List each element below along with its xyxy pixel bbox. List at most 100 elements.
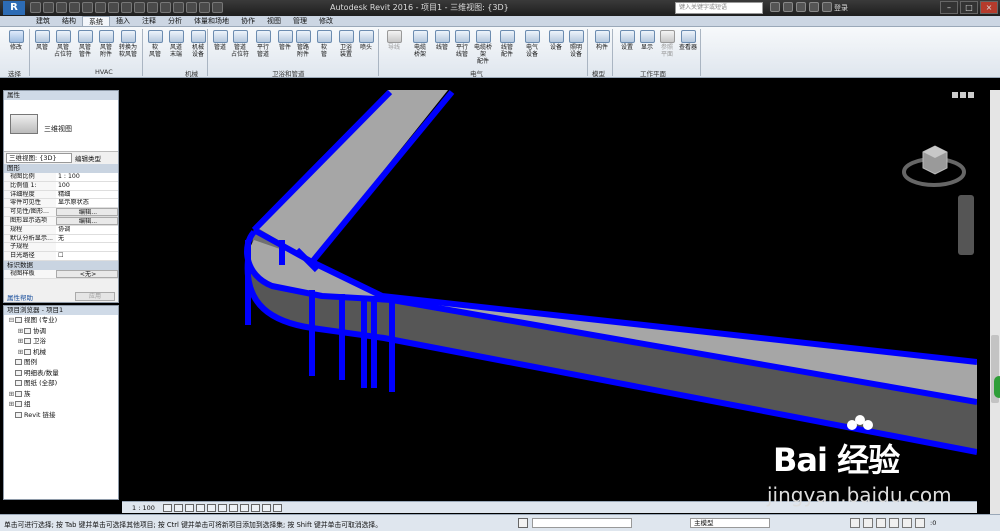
print-icon[interactable] (95, 2, 106, 13)
visual-style-icon[interactable] (173, 503, 183, 512)
ribbon-tool-13[interactable]: 管路 附件 (293, 30, 313, 58)
render-icon[interactable] (206, 503, 216, 512)
tag-icon[interactable] (134, 2, 145, 13)
ribbon-tool-1[interactable]: 风管 (32, 30, 52, 51)
select-by-face-icon[interactable] (889, 518, 899, 528)
ribbon-tool-2[interactable]: 风管 占位符 (53, 30, 73, 58)
panel-label-4[interactable]: 电气 (470, 68, 483, 78)
ribbon-tool-12[interactable]: 管件 (275, 30, 295, 51)
select-links-icon[interactable] (850, 518, 860, 528)
tab-3[interactable]: 插入 (110, 16, 136, 26)
undo-icon[interactable] (69, 2, 80, 13)
property-value[interactable]: 100 (56, 181, 118, 190)
tree-item[interactable]: 图纸 (全部) (4, 378, 118, 389)
tree-toggle-icon[interactable]: ⊞ (17, 326, 24, 337)
tree-toggle-icon[interactable]: ⊞ (8, 399, 15, 410)
ribbon-tool-22[interactable]: 线管 配件 (497, 30, 517, 58)
sync-icon[interactable] (56, 2, 67, 13)
tree-item[interactable]: 图例 (4, 357, 118, 368)
ribbon-tool-23[interactable]: 电气 设备 (522, 30, 542, 58)
filter-icon[interactable] (915, 518, 925, 528)
panel-label-6[interactable]: 工作平面 (640, 68, 666, 78)
panel-label-2[interactable]: 机械 (185, 68, 198, 78)
section-icon[interactable] (173, 2, 184, 13)
property-value[interactable]: ☐ (56, 252, 118, 260)
ribbon-tool-26[interactable]: 构件 (592, 30, 612, 51)
ribbon-tool-6[interactable]: 软 风管 (145, 30, 165, 58)
text-icon[interactable] (147, 2, 158, 13)
ribbon-tool-15[interactable]: 卫浴 装置 (336, 30, 356, 58)
tab-8[interactable]: 视图 (261, 16, 287, 26)
view-restore-icon[interactable] (960, 92, 966, 98)
lock-view-icon[interactable] (217, 503, 227, 512)
switch-windows-icon[interactable] (212, 2, 223, 13)
user-icon[interactable] (822, 2, 832, 12)
tab-0[interactable]: 建筑 (30, 16, 56, 26)
property-value[interactable]: 1 : 100 (56, 173, 118, 181)
tab-7[interactable]: 协作 (235, 16, 261, 26)
floating-helper-icon[interactable] (994, 376, 1000, 398)
tree-toggle-icon[interactable]: ⊞ (17, 336, 24, 347)
viewcube-icon[interactable] (899, 132, 969, 192)
ribbon-tool-21[interactable]: 电缆桥架 配件 (473, 30, 493, 65)
tab-6[interactable]: 体量和场地 (188, 16, 235, 26)
navigation-bar[interactable] (958, 195, 974, 255)
view-minimize-icon[interactable] (952, 92, 958, 98)
minimize-button[interactable]: – (940, 1, 958, 14)
temporary-hide-icon[interactable] (250, 503, 260, 512)
panel-label-0[interactable]: 选择 (8, 68, 21, 78)
ribbon-tool-29[interactable]: 参照 平面 (657, 30, 677, 58)
view-scale[interactable]: 1 : 100 (132, 504, 155, 512)
ribbon-tool-14[interactable]: 软 管 (314, 30, 334, 58)
workset-icon[interactable] (518, 518, 528, 528)
property-value[interactable]: <无> (56, 269, 118, 278)
property-value[interactable] (56, 243, 118, 252)
subscription-icon[interactable] (783, 2, 793, 12)
detail-level-icon[interactable] (162, 503, 172, 512)
ribbon-tool-16[interactable]: 喷头 (356, 30, 376, 51)
ribbon-tool-7[interactable]: 风道 末端 (166, 30, 186, 58)
thin-lines-icon[interactable] (186, 2, 197, 13)
panel-label-3[interactable]: 卫浴和管道 (272, 68, 305, 78)
property-value[interactable]: 编辑... (56, 216, 118, 225)
shadows-icon[interactable] (195, 503, 205, 512)
dimension-icon[interactable] (121, 2, 132, 13)
search-input[interactable]: 键入关键字或短语 (675, 2, 763, 14)
ribbon-tool-5[interactable]: 转换为 软风管 (118, 30, 138, 58)
instance-dropdown[interactable]: 三维视图: {3D} (6, 153, 72, 163)
tree-toggle-icon[interactable]: ⊞ (8, 389, 15, 400)
ribbon-tool-17[interactable]: 导线 (384, 30, 404, 51)
select-underlay-icon[interactable] (863, 518, 873, 528)
tree-item[interactable]: ⊞ 协调 (4, 326, 118, 337)
section-graphics[interactable]: 图形 (4, 164, 118, 173)
property-value[interactable]: 编辑... (56, 208, 118, 216)
tree-item[interactable]: ⊞ 族 (4, 389, 118, 400)
ribbon-tool-28[interactable]: 显示 (637, 30, 657, 51)
view-close-icon[interactable] (968, 92, 974, 98)
revit-logo-icon[interactable]: R (3, 1, 25, 15)
ribbon-tool-18[interactable]: 电缆 桥架 (410, 30, 430, 58)
tree-item[interactable]: 明细表/数量 (4, 368, 118, 379)
apply-button[interactable]: 应用 (75, 292, 115, 301)
section-identity-data[interactable]: 标识数据 (4, 260, 118, 270)
search-icon[interactable] (770, 2, 780, 12)
drag-elements-icon[interactable] (902, 518, 912, 528)
panel-label-1[interactable]: HVAC (95, 68, 113, 76)
tree-item[interactable]: ⊞ 组 (4, 399, 118, 410)
tab-2[interactable]: 系统 (82, 16, 110, 26)
properties-help-link[interactable]: 属性帮助 (7, 292, 33, 302)
ribbon-tool-8[interactable]: 机械 设备 (188, 30, 208, 58)
tab-4[interactable]: 注释 (136, 16, 162, 26)
property-value[interactable]: 显示原状态 (56, 199, 118, 208)
tab-10[interactable]: 修改 (313, 16, 339, 26)
ribbon-tool-10[interactable]: 管道 占位符 (230, 30, 250, 58)
design-option-combo[interactable]: 主模型 (690, 518, 770, 528)
tab-1[interactable]: 结构 (56, 16, 82, 26)
tree-item[interactable]: ⊟ 视图 (专业) (4, 315, 118, 326)
tab-9[interactable]: 管理 (287, 16, 313, 26)
maximize-button[interactable]: □ (960, 1, 978, 14)
workset-combo[interactable] (532, 518, 632, 528)
ribbon-tool-11[interactable]: 平行 管道 (253, 30, 273, 58)
property-value[interactable]: 协调 (56, 225, 118, 234)
close-hidden-icon[interactable] (199, 2, 210, 13)
